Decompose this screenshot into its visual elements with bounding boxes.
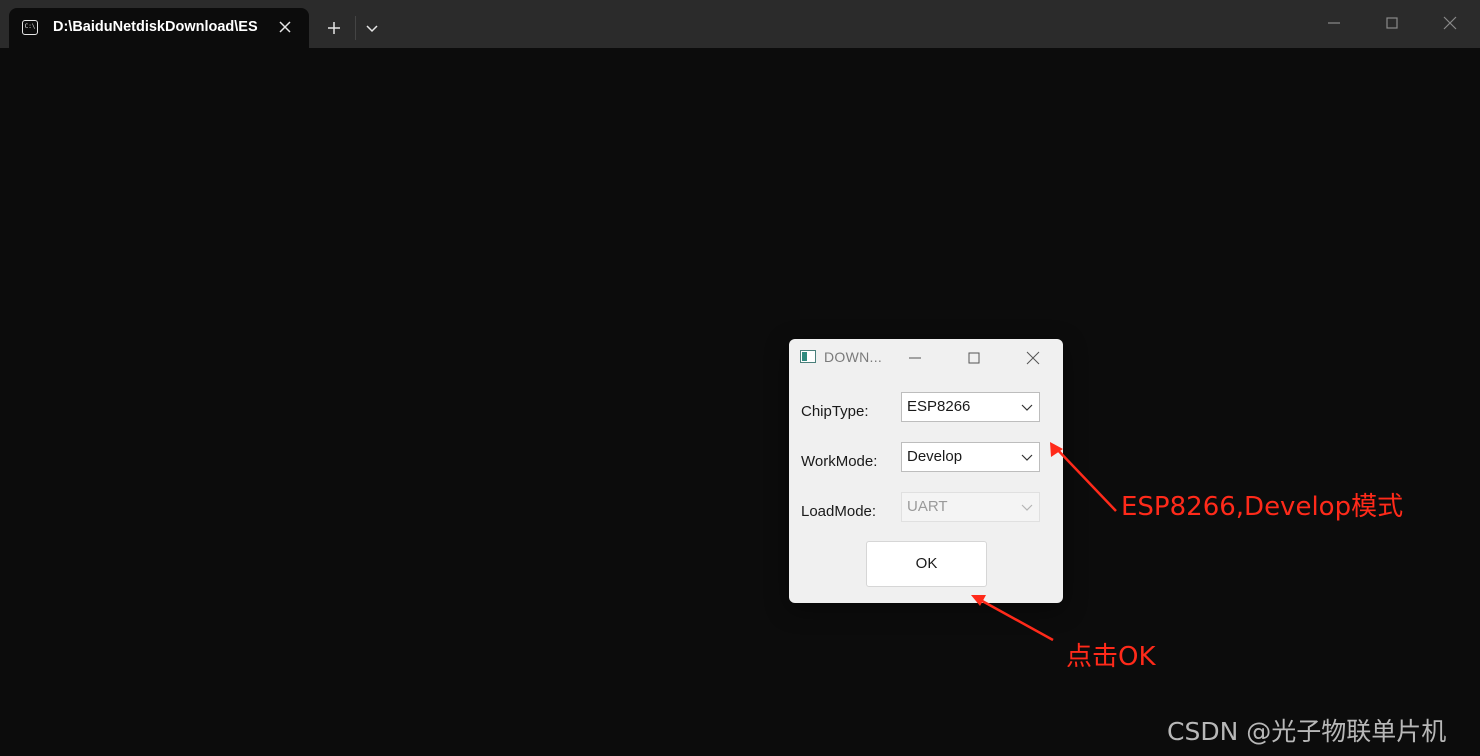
workmode-value: Develop [907, 448, 963, 465]
new-tab-plus-icon[interactable] [322, 16, 346, 40]
loadmode-label: LoadMode: [801, 503, 877, 520]
dialog-title: DOWN... [824, 349, 883, 365]
terminal-tab[interactable]: C:\ D:\BaiduNetdiskDownload\ES [9, 8, 309, 48]
chevron-down-icon [1021, 454, 1033, 461]
chevron-down-icon [1021, 504, 1033, 511]
chevron-down-icon [1021, 404, 1033, 411]
dialog-maximize-icon[interactable] [964, 350, 984, 366]
arrow-to-ok [974, 595, 1054, 642]
minimize-icon[interactable] [1321, 10, 1347, 36]
window-close-icon[interactable] [1437, 10, 1463, 36]
tab-close-icon[interactable] [273, 15, 297, 39]
dialog-titlebar[interactable]: DOWN... [789, 339, 1063, 377]
annotation-click-note: 点击OK [1066, 642, 1156, 672]
download-dialog: DOWN... ChipType: ESP8266 WorkMode: Deve… [789, 339, 1063, 603]
dialog-minimize-icon[interactable] [905, 350, 925, 366]
tab-separator [355, 16, 356, 40]
ok-button[interactable]: OK [866, 541, 987, 587]
watermark: CSDN @光子物联单片机 [1167, 717, 1447, 746]
workmode-select[interactable]: Develop [901, 442, 1040, 472]
annotation-mode-note: ESP8266,Develop模式 [1121, 492, 1404, 522]
loadmode-select: UART [901, 492, 1040, 522]
dialog-close-icon[interactable] [1023, 350, 1043, 366]
chiptype-value: ESP8266 [907, 398, 971, 415]
terminal-titlebar: C:\ D:\BaiduNetdiskDownload\ES [0, 0, 1480, 48]
annotation-arrows [971, 442, 1117, 642]
loadmode-value: UART [907, 498, 948, 515]
terminal-icon: C:\ [22, 20, 38, 35]
workmode-label: WorkMode: [801, 453, 878, 470]
tab-title: D:\BaiduNetdiskDownload\ES [53, 19, 258, 35]
app-window-icon [800, 350, 816, 363]
chiptype-label: ChipType: [801, 403, 869, 420]
chevron-down-icon[interactable] [360, 16, 384, 40]
chiptype-select[interactable]: ESP8266 [901, 392, 1040, 422]
maximize-icon[interactable] [1379, 10, 1405, 36]
